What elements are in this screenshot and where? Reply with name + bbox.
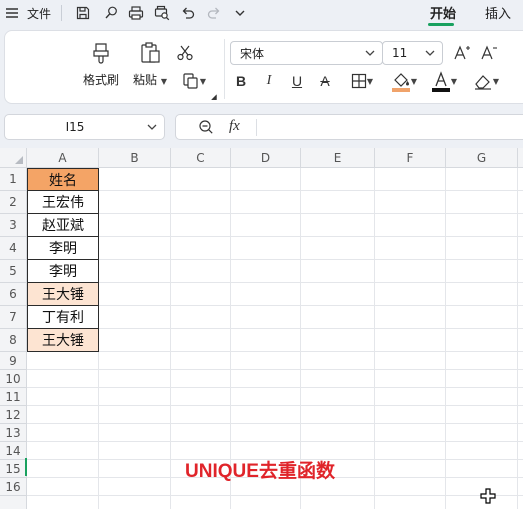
tab-insert[interactable]: 插入 bbox=[478, 3, 518, 23]
formula-divider bbox=[256, 119, 257, 136]
font-size-value: 11 bbox=[392, 46, 408, 60]
chevron-down-icon[interactable] bbox=[146, 121, 158, 133]
ribbon-home: 格式刷 粘贴 ▼ ▼ ◢ 宋体 11 B I U A ▼ ▼ ▼ ▼ ◢ bbox=[4, 30, 523, 104]
hamburger-menu-icon[interactable] bbox=[4, 5, 20, 21]
paint-bucket-icon bbox=[391, 73, 410, 92]
caption-text: UNIQUE去重函数 bbox=[185, 461, 335, 482]
cell-a6[interactable]: 王大锤 bbox=[27, 283, 99, 306]
column-header-b[interactable]: B bbox=[99, 148, 171, 168]
decrease-font-icon[interactable] bbox=[479, 43, 499, 63]
row-header-12[interactable]: 12 bbox=[0, 406, 27, 424]
row-header-9[interactable]: 9 bbox=[0, 352, 27, 370]
ribbon-divider bbox=[224, 39, 225, 99]
increase-font-icon[interactable] bbox=[452, 43, 472, 63]
font-name-value: 宋体 bbox=[240, 46, 265, 61]
chevron-down-icon[interactable]: ▼ bbox=[451, 77, 457, 86]
zoom-icon[interactable] bbox=[198, 119, 214, 135]
column-header-h[interactable] bbox=[518, 148, 523, 168]
column-header-g[interactable]: G bbox=[446, 148, 518, 168]
italic-button[interactable]: I bbox=[259, 71, 279, 91]
column-header-d[interactable]: D bbox=[231, 148, 301, 168]
paste-icon bbox=[141, 42, 160, 63]
row-header-16[interactable]: 16 bbox=[0, 478, 27, 496]
font-color-button[interactable]: ▼ bbox=[426, 69, 462, 93]
chevron-down-icon[interactable]: ▼ bbox=[367, 77, 373, 86]
scissors-icon[interactable] bbox=[175, 43, 195, 63]
undo-icon[interactable] bbox=[179, 4, 197, 22]
chevron-down-icon[interactable] bbox=[231, 4, 249, 22]
cell-a2[interactable]: 王宏伟 bbox=[27, 191, 99, 214]
name-box-value: I15 bbox=[65, 120, 85, 134]
font-launcher-icon[interactable]: ◢ bbox=[210, 93, 218, 101]
clear-format-button[interactable]: ▼ bbox=[467, 71, 505, 91]
row-header-6[interactable]: 6 bbox=[0, 283, 27, 306]
chevron-down-icon[interactable]: ▼ bbox=[493, 77, 499, 86]
cell-a5[interactable]: 李明 bbox=[27, 260, 99, 283]
font-color-icon bbox=[431, 71, 450, 92]
cell-a3[interactable]: 赵亚斌 bbox=[27, 214, 99, 237]
row-header-2[interactable]: 2 bbox=[0, 191, 27, 214]
save-icon[interactable] bbox=[74, 4, 92, 22]
fill-color-button[interactable]: ▼ bbox=[386, 69, 422, 93]
row-header-3[interactable]: 3 bbox=[0, 214, 27, 237]
row-header-1[interactable]: 1 bbox=[0, 168, 27, 191]
cell-a7[interactable]: 丁有利 bbox=[27, 306, 99, 329]
row-header-10[interactable]: 10 bbox=[0, 370, 27, 388]
cell-a1[interactable]: 姓名 bbox=[27, 168, 99, 191]
active-row-indicator bbox=[25, 458, 27, 476]
column-header-a[interactable]: A bbox=[27, 148, 99, 168]
row-header-7[interactable]: 7 bbox=[0, 306, 27, 329]
chevron-down-icon bbox=[365, 50, 375, 56]
borders-button[interactable]: ▼ bbox=[345, 71, 379, 91]
row-header-15[interactable]: 15 bbox=[0, 460, 27, 478]
column-header-e[interactable]: E bbox=[301, 148, 375, 168]
column-header-c[interactable]: C bbox=[171, 148, 231, 168]
tab-home[interactable]: 开始 bbox=[423, 3, 463, 23]
cell-a8[interactable]: 王大锤 bbox=[27, 329, 99, 352]
strikethrough-button[interactable]: A bbox=[315, 71, 335, 91]
row-header-17[interactable] bbox=[0, 496, 27, 509]
row-header-11[interactable]: 11 bbox=[0, 388, 27, 406]
toolbar-divider bbox=[61, 5, 62, 21]
file-menu[interactable]: 文件 bbox=[24, 4, 54, 22]
copy-button[interactable]: ▼ bbox=[177, 71, 211, 91]
cell-a4[interactable]: 李明 bbox=[27, 237, 99, 260]
row-header-14[interactable]: 14 bbox=[0, 442, 27, 460]
column-header-f[interactable]: F bbox=[375, 148, 446, 168]
font-size-select[interactable]: 11 bbox=[382, 41, 443, 65]
row-header-5[interactable]: 5 bbox=[0, 260, 27, 283]
paste-label: 粘贴 bbox=[133, 73, 158, 87]
redo-icon[interactable] bbox=[205, 4, 223, 22]
font-name-select[interactable]: 宋体 bbox=[230, 41, 383, 65]
brush-icon[interactable] bbox=[102, 4, 120, 22]
bold-button[interactable]: B bbox=[231, 71, 251, 91]
copy-dropdown-icon[interactable]: ▼ bbox=[200, 77, 206, 86]
format-painter-icon bbox=[93, 43, 109, 64]
format-painter-label: 格式刷 bbox=[83, 73, 120, 87]
function-button[interactable]: fx bbox=[229, 118, 240, 135]
select-all-corner[interactable] bbox=[0, 148, 27, 168]
row-header-8[interactable]: 8 bbox=[0, 329, 27, 352]
paste-dropdown-icon[interactable]: ▼ bbox=[161, 77, 167, 86]
print-preview-icon[interactable] bbox=[153, 4, 171, 22]
crosshair-cursor-icon bbox=[480, 488, 496, 504]
name-box[interactable]: I15 bbox=[4, 114, 165, 140]
title-bar: 文件 开始 插入 bbox=[0, 0, 523, 26]
paste-button[interactable]: 粘贴 ▼ bbox=[130, 41, 170, 88]
row-header-13[interactable]: 13 bbox=[0, 424, 27, 442]
copy-icon bbox=[183, 73, 198, 89]
format-painter-button[interactable]: 格式刷 bbox=[83, 41, 119, 88]
row-header-4[interactable]: 4 bbox=[0, 237, 27, 260]
chevron-down-icon[interactable]: ▼ bbox=[411, 77, 417, 86]
underline-button[interactable]: U bbox=[287, 71, 307, 91]
formula-input[interactable]: fx bbox=[175, 114, 523, 140]
borders-icon bbox=[351, 73, 367, 89]
spreadsheet-grid[interactable]: A B C D E F G 1 2 3 4 5 6 7 8 9 10 11 12… bbox=[0, 148, 523, 509]
chevron-down-icon bbox=[425, 50, 435, 56]
print-icon[interactable] bbox=[127, 4, 145, 22]
clear-format-icon bbox=[474, 75, 491, 90]
